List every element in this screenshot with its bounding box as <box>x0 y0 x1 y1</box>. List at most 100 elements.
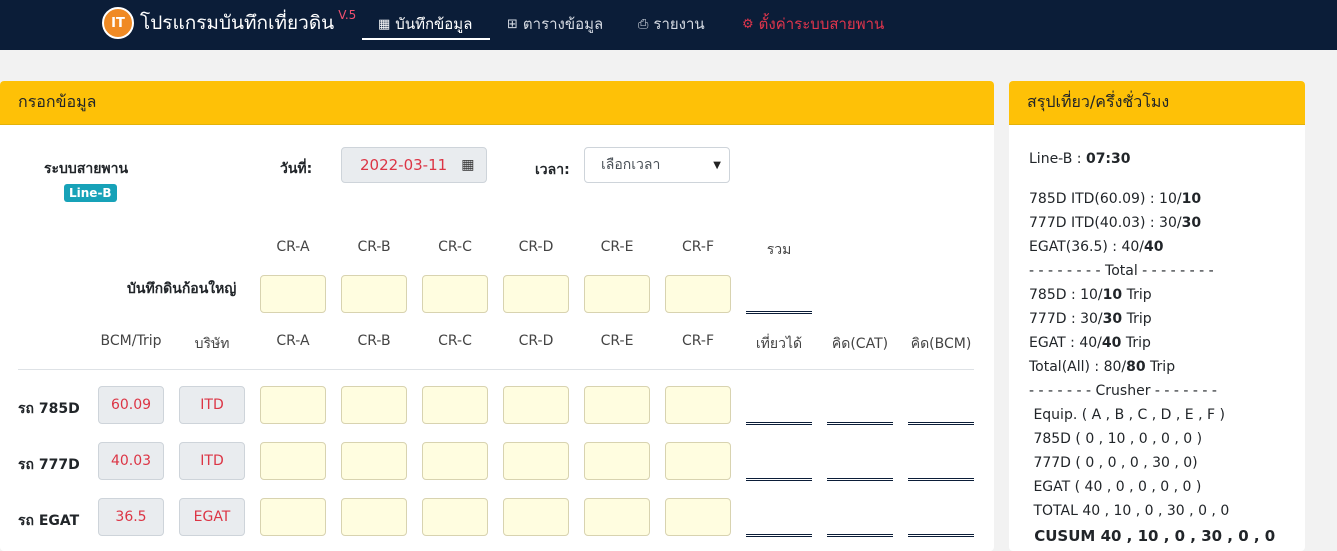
summary-text: EGAT ( 40 , 0 , 0 , 0 , 0 ) <box>1029 479 1202 495</box>
summary-total-divider: - - - - - - - - Total - - - - - - - - <box>1029 263 1214 279</box>
cr-header-d: CR-D <box>518 239 554 255</box>
cr-header2-a: CR-A <box>276 333 310 349</box>
row-label-785d: รถ 785D <box>18 401 80 417</box>
nav-data-table[interactable]: ⊞ ตารางข้อมูล <box>507 12 603 36</box>
trip-input-785d-e[interactable] <box>584 386 650 424</box>
top-navbar: IT โปรแกรมบันทึกเที่ยวดิน V.5 ▦ บันทึกข้… <box>0 0 1337 50</box>
trip-input-785d-f[interactable] <box>665 386 731 424</box>
trip-input-egat-b[interactable] <box>341 498 407 536</box>
cr-header2-f: CR-F <box>681 333 715 349</box>
trip-input-785d-c[interactable] <box>422 386 488 424</box>
summary-bold: 80 <box>1126 359 1146 375</box>
trip-input-egat-a[interactable] <box>260 498 326 536</box>
chevron-down-icon: ▼ <box>713 159 721 171</box>
cusum-label: CUSUM <box>1034 527 1096 545</box>
big-rock-input-b[interactable] <box>341 275 407 313</box>
date-label: วันที่: <box>280 161 313 177</box>
nav-settings-label: ตั้งค่าระบบสายพาน <box>758 15 885 33</box>
cat-field-egat <box>827 530 893 537</box>
table-icon: ⊞ <box>507 16 518 32</box>
trip-input-777d-a[interactable] <box>260 442 326 480</box>
summary-text: - - - - - - - - Total - - - - - - - - <box>1029 263 1214 279</box>
trip-input-777d-f[interactable] <box>665 442 731 480</box>
cr-header2-e: CR-E <box>600 333 634 349</box>
summary-text: Total(All) : 80/ <box>1029 359 1127 375</box>
date-input[interactable]: 2022-03-11 ▦ <box>341 147 487 183</box>
brand[interactable]: IT โปรแกรมบันทึกเที่ยวดิน V.5 <box>102 6 356 40</box>
summary-text: 785D ITD(60.09) : 10/ <box>1029 191 1182 207</box>
summary-text: TOTAL 40 , 10 , 0 , 30 , 0 , 0 <box>1029 503 1230 519</box>
summary-line-prefix: Line-B : <box>1029 151 1086 167</box>
summary-suffix: Trip <box>1122 287 1152 303</box>
bcm-header: คิด(BCM) <box>910 336 972 352</box>
brand-title: โปรแกรมบันทึกเที่ยวดิน <box>140 12 335 34</box>
trip-input-777d-e[interactable] <box>584 442 650 480</box>
big-rock-input-c[interactable] <box>422 275 488 313</box>
trip-input-egat-d[interactable] <box>503 498 569 536</box>
trip-input-785d-b[interactable] <box>341 386 407 424</box>
big-rock-input-f[interactable] <box>665 275 731 313</box>
summary-card-header: สรุปเที่ยว/ครึ่งชั่วโมง <box>1009 81 1305 125</box>
cr-header-e: CR-E <box>600 239 634 255</box>
cr-header2-d: CR-D <box>518 333 554 349</box>
trip-input-egat-e[interactable] <box>584 498 650 536</box>
cr-header-a: CR-A <box>276 239 310 255</box>
summary-text: - - - - - - - Crusher - - - - - - - <box>1029 383 1217 399</box>
trips-field-785d <box>746 418 812 425</box>
company-header: บริษัท <box>194 336 230 352</box>
trip-input-785d-a[interactable] <box>260 386 326 424</box>
company-field-785d: ITD <box>179 386 245 424</box>
brand-logo-icon: IT <box>102 7 134 39</box>
time-selected-value: เลือกเวลา <box>601 157 661 173</box>
cat-field-777d <box>827 474 893 481</box>
cr-header2-b: CR-B <box>357 333 391 349</box>
trips-field-777d <box>746 474 812 481</box>
summary-bold: 30 <box>1102 311 1123 327</box>
trip-input-777d-b[interactable] <box>341 442 407 480</box>
trip-input-777d-d[interactable] <box>503 442 569 480</box>
summary-row: 785D ITD(60.09) : 10/10 <box>1029 191 1201 207</box>
summary-crusher-divider: - - - - - - - Crusher - - - - - - - <box>1029 383 1217 399</box>
nav-report-label: รายงาน <box>653 15 705 33</box>
brand-version: V.5 <box>338 8 357 22</box>
summary-row: 785D ( 0 , 10 , 0 , 0 , 0 ) <box>1029 431 1202 447</box>
input-card-header: กรอกข้อมูล <box>0 81 994 125</box>
nav-belt-settings[interactable]: ⚙ ตั้งค่าระบบสายพาน <box>742 12 884 36</box>
calendar-icon[interactable]: ▦ <box>461 157 474 173</box>
logo-text: IT <box>111 15 125 31</box>
time-select[interactable]: เลือกเวลา ▼ <box>584 147 730 183</box>
bcm-trip-header: BCM/Trip <box>100 333 162 349</box>
print-icon: ⎙ <box>638 16 649 32</box>
trip-input-785d-d[interactable] <box>503 386 569 424</box>
summary-text: 777D ITD(40.03) : 30/ <box>1029 215 1182 231</box>
trip-input-777d-c[interactable] <box>422 442 488 480</box>
cr-header-b: CR-B <box>357 239 391 255</box>
nav-report[interactable]: ⎙ รายงาน <box>638 12 705 36</box>
big-rock-input-a[interactable] <box>260 275 326 313</box>
nav-table-label: ตารางข้อมูล <box>522 15 604 33</box>
summary-row: 777D ITD(40.03) : 30/30 <box>1029 215 1201 231</box>
belt-system-label: ระบบสายพาน <box>44 161 129 177</box>
summary-text: 777D ( 0 , 0 , 0 , 30 , 0) <box>1029 455 1198 471</box>
summary-bold: 10 <box>1181 191 1202 207</box>
cusum-value: 40 , 10 , 0 , 30 , 0 , 0 <box>1100 527 1276 545</box>
big-rock-input-e[interactable] <box>584 275 650 313</box>
cr-header-c: CR-C <box>438 239 472 255</box>
company-field-egat: EGAT <box>179 498 245 536</box>
nav-record-data[interactable]: ▦ บันทึกข้อมูล <box>378 12 472 36</box>
summary-row: EGAT : 40/40 Trip <box>1029 335 1151 351</box>
trip-input-egat-f[interactable] <box>665 498 731 536</box>
gears-icon: ⚙ <box>742 16 754 32</box>
summary-cusum: CUSUM 40 , 10 , 0 , 30 , 0 , 0 <box>1029 527 1275 545</box>
summary-row: TOTAL 40 , 10 , 0 , 30 , 0 , 0 <box>1029 503 1229 519</box>
row-label-egat: รถ EGAT <box>18 513 80 529</box>
bcm-field-785d: 60.09 <box>98 386 164 424</box>
trip-input-egat-c[interactable] <box>422 498 488 536</box>
big-rock-input-d[interactable] <box>503 275 569 313</box>
summary-text: 785D ( 0 , 10 , 0 , 0 , 0 ) <box>1029 431 1203 447</box>
summary-time-value: 07:30 <box>1085 151 1131 167</box>
summary-row: 777D : 30/30 Trip <box>1029 311 1152 327</box>
summary-suffix: Trip <box>1145 359 1176 375</box>
summary-row: Total(All) : 80/80 Trip <box>1029 359 1175 375</box>
summary-text: EGAT(36.5) : 40/ <box>1029 239 1144 255</box>
